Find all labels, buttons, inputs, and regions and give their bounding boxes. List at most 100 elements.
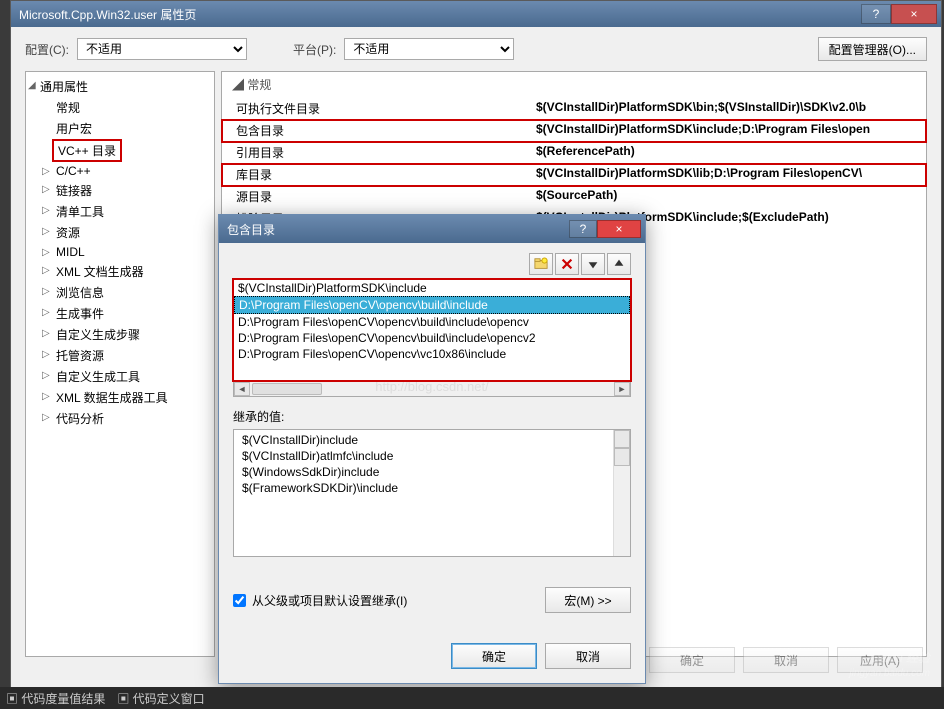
tree-node[interactable]: ▷ 自定义生成工具 <box>26 366 214 387</box>
taskbar-item[interactable]: ▣ 代码度量值结果 <box>6 690 105 707</box>
new-folder-icon[interactable] <box>529 253 553 275</box>
dialog-ok-button[interactable]: 确定 <box>451 643 537 669</box>
tree-node-label: XML 文档生成器 <box>56 265 144 279</box>
tree-node-label: 通用属性 <box>40 80 88 94</box>
config-label: 配置(C): <box>25 41 69 58</box>
tree-toggle-icon[interactable]: ▷ <box>42 205 50 216</box>
grid-row-label: 源目录 <box>222 186 532 207</box>
tree-node-label: C/C++ <box>56 164 91 178</box>
grid-row[interactable]: 可执行文件目录$(VCInstallDir)PlatformSDK\bin;$(… <box>222 98 926 120</box>
tree-node-vcdirs[interactable]: VC++ 目录 <box>52 139 122 162</box>
tree-node-label: 生成事件 <box>56 307 104 321</box>
tree-node-label: MIDL <box>56 245 85 259</box>
tree-toggle-icon[interactable]: ▷ <box>42 307 50 318</box>
tree-node[interactable]: ▷ 链接器 <box>26 180 214 201</box>
close-button[interactable]: × <box>891 4 937 24</box>
list-item[interactable]: D:\Program Files\openCV\opencv\build\inc… <box>234 314 630 330</box>
tree-node[interactable]: ▷ C/C++ <box>26 162 214 180</box>
tree-panel[interactable]: ◢通用属性常规用户宏VC++ 目录▷C/C++▷链接器▷清单工具▷资源▷MIDL… <box>25 71 215 657</box>
list-item[interactable]: D:\Program Files\openCV\opencv\vc10x86\i… <box>234 346 630 362</box>
grid-row[interactable]: 引用目录$(ReferencePath) <box>222 142 926 164</box>
dialog-help-button[interactable]: ? <box>569 220 597 238</box>
tree-toggle-icon[interactable]: ▷ <box>42 349 50 360</box>
tree-toggle-icon[interactable]: ▷ <box>42 370 50 381</box>
tree-node-label: 链接器 <box>56 184 92 198</box>
dialog-titlebar: 包含目录 ? × <box>219 215 645 243</box>
dialog-close-button[interactable]: × <box>597 220 641 238</box>
tree-node[interactable]: ▷ 资源 <box>26 222 214 243</box>
tree-toggle-icon[interactable]: ▷ <box>42 184 50 195</box>
vscrollbar[interactable] <box>613 430 630 556</box>
grid-row[interactable]: 包含目录$(VCInstallDir)PlatformSDK\include;D… <box>222 120 926 142</box>
tree-node[interactable]: ▷ 自定义生成步骤 <box>26 324 214 345</box>
platform-select[interactable]: 不适用 <box>344 38 514 60</box>
grid-row-value: $(VCInstallDir)PlatformSDK\bin;$(VSInsta… <box>532 98 926 119</box>
list-item[interactable]: $(VCInstallDir)PlatformSDK\include <box>234 280 630 296</box>
grid-row-label: 库目录 <box>222 164 532 185</box>
list-item[interactable]: D:\Program Files\openCV\opencv\build\inc… <box>234 330 630 346</box>
tree-node[interactable]: ▷XML 数据生成器工具 <box>26 387 214 408</box>
tree-node[interactable]: ▷托管资源 <box>26 345 214 366</box>
hscrollbar[interactable]: ◄ ► <box>233 381 631 397</box>
grid-row[interactable]: 库目录$(VCInstallDir)PlatformSDK\lib;D:\Pro… <box>222 164 926 186</box>
taskbar: ▣ 代码度量值结果 ▣ 代码定义窗口 <box>0 687 944 709</box>
tree-node[interactable]: ▷清单工具 <box>26 201 214 222</box>
inherited-listbox[interactable]: $(VCInstallDir)include$(VCInstallDir)atl… <box>233 429 631 557</box>
grid-row-value: $(SourcePath) <box>532 186 926 207</box>
tree-node[interactable]: ▷浏览信息 <box>26 282 214 303</box>
tree-node[interactable]: 用户宏 <box>26 118 214 139</box>
tree-node[interactable]: 常规 <box>26 97 214 118</box>
move-down-icon[interactable] <box>581 253 605 275</box>
main-dialog-buttons: 确定 取消 应用(A) <box>649 647 923 673</box>
tree-node[interactable]: ▷ 生成事件 <box>26 303 214 324</box>
config-row: 配置(C): 不适用 平台(P): 不适用 配置管理器(O)... <box>11 27 941 71</box>
main-ok-button[interactable]: 确定 <box>649 647 735 673</box>
inherit-checkbox[interactable] <box>233 594 246 607</box>
hscroll-thumb[interactable] <box>252 383 322 395</box>
grid-row-value: $(ReferencePath) <box>532 142 926 163</box>
tree-toggle-icon[interactable]: ▷ <box>42 226 50 237</box>
tree-toggle-icon[interactable]: ◢ <box>28 80 36 91</box>
inherited-item[interactable]: $(VCInstallDir)include <box>238 432 626 448</box>
inherited-item[interactable]: $(FrameworkSDKDir)\include <box>238 480 626 496</box>
tree-node[interactable]: ▷ XML 文档生成器 <box>26 261 214 282</box>
main-apply-button[interactable]: 应用(A) <box>837 647 923 673</box>
delete-icon[interactable] <box>555 253 579 275</box>
tree-node[interactable]: ◢ 通用属性 <box>26 76 214 97</box>
grid-row-label: 引用目录 <box>222 142 532 163</box>
grid-row[interactable]: 源目录$(SourcePath) <box>222 186 926 208</box>
main-cancel-button[interactable]: 取消 <box>743 647 829 673</box>
scroll-left-icon[interactable]: ◄ <box>234 382 250 396</box>
macro-button[interactable]: 宏(M) >> <box>545 587 631 613</box>
taskbar-item[interactable]: ▣ 代码定义窗口 <box>117 690 204 707</box>
inherited-item[interactable]: $(VCInstallDir)atlmfc\include <box>238 448 626 464</box>
tree-node-label: 自定义生成工具 <box>56 370 140 384</box>
tree-toggle-icon[interactable]: ▷ <box>42 286 50 297</box>
tree-node[interactable]: ▷ MIDL <box>26 243 214 261</box>
tree-node-label: VC++ 目录 <box>58 144 116 158</box>
tree-toggle-icon[interactable]: ▷ <box>42 166 50 177</box>
tree-toggle-icon[interactable]: ▷ <box>42 328 50 339</box>
tree-toggle-icon[interactable]: ▷ <box>42 391 50 402</box>
tree-toggle-icon[interactable]: ▷ <box>42 265 50 276</box>
config-manager-button[interactable]: 配置管理器(O)... <box>818 37 927 61</box>
paths-listbox[interactable]: $(VCInstallDir)PlatformSDK\includeD:\Pro… <box>233 279 631 381</box>
tree-node-label: 自定义生成步骤 <box>56 328 140 342</box>
list-item[interactable]: D:\Program Files\openCV\opencv\build\inc… <box>234 296 630 314</box>
tree-toggle-icon[interactable]: ▷ <box>42 247 50 258</box>
grid-row-value: $(VCInstallDir)PlatformSDK\include;D:\Pr… <box>532 120 926 141</box>
platform-label: 平台(P): <box>293 41 336 58</box>
scroll-right-icon[interactable]: ► <box>614 382 630 396</box>
inherited-item[interactable]: $(WindowsSdkDir)include <box>238 464 626 480</box>
config-select[interactable]: 不适用 <box>77 38 247 60</box>
help-button[interactable]: ? <box>861 4 891 24</box>
tree-node-label: 资源 <box>56 226 80 240</box>
main-title: Microsoft.Cpp.Win32.user 属性页 <box>19 6 861 23</box>
inherit-checkbox-label: 从父级或项目默认设置继承(I) <box>252 592 407 609</box>
dialog-cancel-button[interactable]: 取消 <box>545 643 631 669</box>
move-up-icon[interactable] <box>607 253 631 275</box>
dialog-title: 包含目录 <box>227 221 569 238</box>
tree-toggle-icon[interactable]: ▷ <box>42 412 50 423</box>
grid-row-label: 包含目录 <box>222 120 532 141</box>
tree-node[interactable]: ▷代码分析 <box>26 408 214 429</box>
